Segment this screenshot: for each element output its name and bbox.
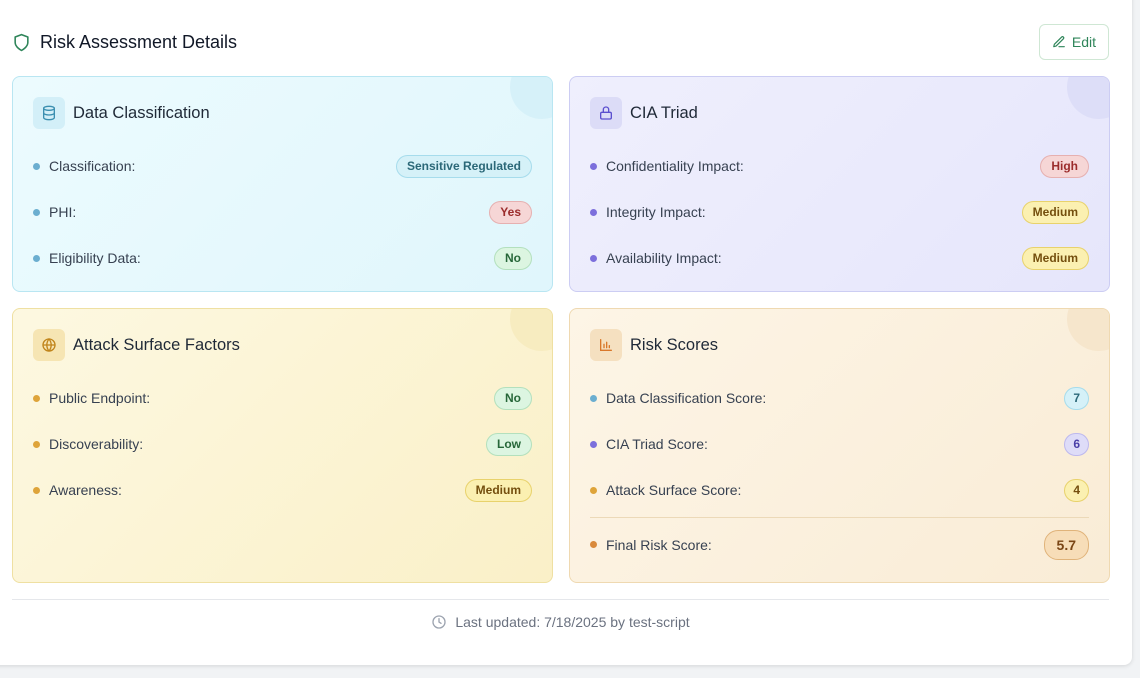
card-header: Data Classification xyxy=(33,97,532,129)
list-item: Public Endpoint: No xyxy=(33,375,532,421)
card-icon-box xyxy=(33,97,65,129)
bar-chart-icon xyxy=(600,339,612,351)
list-item: Attack Surface Score: 4 xyxy=(590,467,1089,513)
confidentiality-badge: High xyxy=(1040,154,1089,178)
list-item: Discoverability: Low xyxy=(33,421,532,467)
attack-surface-score-badge: 4 xyxy=(1064,478,1089,502)
globe-icon xyxy=(42,337,56,353)
availability-badge: Medium xyxy=(1021,246,1089,270)
row-label: Discoverability: xyxy=(49,436,144,452)
list-item: PHI: Yes xyxy=(33,189,532,235)
row-label: Public Endpoint: xyxy=(49,390,151,406)
bullet-dot xyxy=(590,541,597,548)
card-icon-box xyxy=(590,329,622,361)
bullet-dot xyxy=(590,254,597,262)
row-label: Final Risk Score: xyxy=(606,536,712,553)
card-title: Data Classification xyxy=(73,103,210,122)
card-header: Attack Surface Factors xyxy=(33,329,532,361)
last-updated-text: Last updated: 7/18/2025 by test-script xyxy=(455,614,690,630)
panel-header: Risk Assessment Details Edit xyxy=(12,24,1109,60)
database-icon xyxy=(43,105,55,121)
bullet-dot xyxy=(590,394,597,402)
row-label: Data Classification Score: xyxy=(606,390,767,406)
footer: Last updated: 7/18/2025 by test-script xyxy=(12,614,1109,630)
bullet-dot xyxy=(33,254,40,262)
final-score-row: Final Risk Score: 5.7 xyxy=(590,517,1089,571)
card-icon-box xyxy=(590,97,622,129)
card-header: Risk Scores xyxy=(590,329,1089,361)
pencil-icon xyxy=(1053,36,1065,48)
list-item: Data Classification Score: 7 xyxy=(590,375,1089,421)
data-classification-card: Data Classification Classification: Sens… xyxy=(12,76,553,292)
row-label: CIA Triad Score: xyxy=(606,436,708,452)
row-label: Eligibility Data: xyxy=(49,250,141,266)
card-header: CIA Triad xyxy=(590,97,1089,129)
list-item: Awareness: Medium xyxy=(33,467,532,513)
row-label: Confidentiality Impact: xyxy=(606,158,744,174)
risk-scores-card: Risk Scores Data Classification Score: 7… xyxy=(569,308,1110,583)
row-label: Attack Surface Score: xyxy=(606,482,742,498)
bullet-dot xyxy=(33,440,40,448)
bullet-dot xyxy=(590,486,597,494)
bullet-dot xyxy=(33,162,40,170)
bullet-dot xyxy=(590,440,597,448)
row-label: PHI: xyxy=(49,204,77,220)
page-title: Risk Assessment Details xyxy=(40,31,238,52)
list-item: Eligibility Data: No xyxy=(33,235,532,281)
discoverability-badge: Low xyxy=(486,432,532,456)
list-item: Classification: Sensitive Regulated xyxy=(33,143,532,189)
public-endpoint-badge: No xyxy=(494,386,532,410)
lock-icon xyxy=(600,106,612,120)
bullet-dot xyxy=(33,486,40,494)
classification-badge: Sensitive Regulated xyxy=(395,154,532,178)
list-item: CIA Triad Score: 6 xyxy=(590,421,1089,467)
integrity-badge: Medium xyxy=(1021,200,1089,224)
edit-button-label: Edit xyxy=(1071,34,1096,50)
edit-button[interactable]: Edit xyxy=(1038,24,1109,60)
card-title: CIA Triad xyxy=(630,103,698,122)
row-label: Integrity Impact: xyxy=(606,204,706,220)
cia-triad-score-badge: 6 xyxy=(1064,432,1089,456)
bullet-dot xyxy=(33,208,40,216)
list-item: Integrity Impact: Medium xyxy=(590,189,1089,235)
clock-icon xyxy=(432,615,447,629)
attack-surface-card: Attack Surface Factors Public Endpoint: … xyxy=(12,308,553,583)
final-risk-score-badge: 5.7 xyxy=(1043,529,1089,560)
title-group: Risk Assessment Details xyxy=(12,32,237,53)
bullet-dot xyxy=(33,394,40,402)
card-icon-box xyxy=(33,329,65,361)
bullet-dot xyxy=(590,208,597,216)
eligibility-badge: No xyxy=(494,246,532,270)
shield-icon xyxy=(14,33,29,51)
cia-triad-card: CIA Triad Confidentiality Impact: High I… xyxy=(569,76,1110,292)
footer-divider xyxy=(12,599,1109,600)
bullet-dot xyxy=(590,162,597,170)
card-title: Risk Scores xyxy=(630,335,719,354)
phi-badge: Yes xyxy=(489,200,532,224)
list-item: Availability Impact: Medium xyxy=(590,235,1089,281)
card-title: Attack Surface Factors xyxy=(73,335,240,354)
row-label: Awareness: xyxy=(49,482,122,498)
data-classification-score-badge: 7 xyxy=(1064,386,1089,410)
row-label: Availability Impact: xyxy=(606,250,722,266)
awareness-badge: Medium xyxy=(464,478,532,502)
row-label: Classification: xyxy=(49,158,136,174)
list-item: Confidentiality Impact: High xyxy=(590,143,1089,189)
